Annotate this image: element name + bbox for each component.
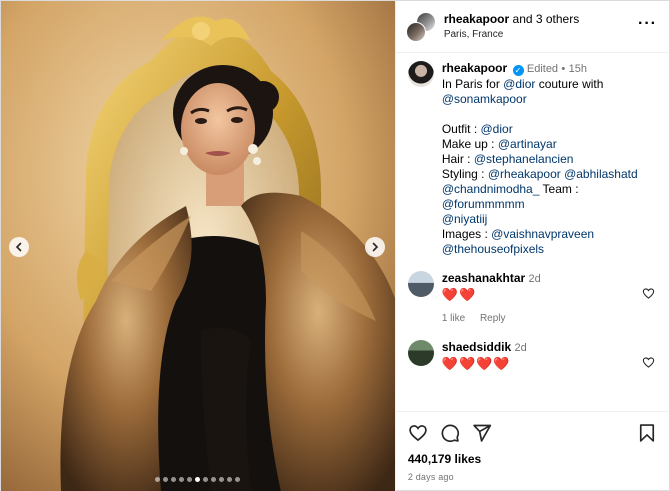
comment-text: ❤️❤️❤️❤️ [441, 356, 511, 371]
caption-line: Outfit : @dior [442, 122, 657, 137]
carousel-dot [179, 477, 185, 482]
caption-label: Team : [539, 182, 579, 196]
comment-time: 2d [514, 342, 527, 354]
post-actions: 440,179 likes 2 days ago [395, 411, 669, 491]
caption-label: Styling : [441, 167, 488, 181]
header-username[interactable]: rheakapoor [444, 12, 509, 26]
mention-link[interactable]: @rheakapoor @abhilashatd [488, 167, 638, 181]
carousel-dot [171, 477, 177, 482]
mention-link[interactable]: @thehouseofpixels [442, 242, 544, 256]
caption-label: Outfit : [441, 122, 481, 136]
avatar [405, 21, 426, 42]
mention-link[interactable]: @forummmmm [442, 197, 525, 211]
comment-item: zeashanakhtar 2d ❤️❤️ 1 like Reply [407, 271, 657, 326]
header-text: rheakapoor and 3 others Paris, France [444, 11, 638, 43]
comment-icon[interactable] [440, 423, 460, 443]
caption-edited: Edited [526, 63, 559, 75]
caption-line: Images : @vaishnavpraveen [442, 227, 657, 242]
mention-link[interactable]: @dior [503, 77, 535, 91]
comment-body: shaedsiddik 2d ❤️❤️❤️❤️ [442, 340, 657, 372]
caption-separator: • [561, 63, 566, 75]
caption-label: Hair : [441, 152, 474, 166]
carousel-dot [235, 477, 241, 482]
collab-avatars[interactable] [405, 11, 436, 42]
carousel-dot [227, 477, 233, 482]
carousel-dot [203, 477, 209, 482]
comments-section: rheakapoor ✓ Edited • 15h In Paris for @… [396, 53, 669, 411]
verified-badge-icon: ✓ [512, 65, 524, 76]
post-date[interactable]: 2 days ago [408, 472, 657, 482]
carousel-prev-button[interactable] [9, 237, 29, 257]
comment-username[interactable]: shaedsiddik [442, 340, 511, 354]
caption-label: Make up : [441, 137, 498, 151]
header-location[interactable]: Paris, France [444, 27, 638, 43]
heart-icon[interactable] [642, 356, 655, 369]
caption-line: Styling : @rheakapoor @abhilashatd [442, 167, 657, 182]
caption-line: Make up : @artinayar [442, 137, 657, 152]
caption: rheakapoor ✓ Edited • 15h In Paris for @… [407, 61, 657, 257]
comment-text: ❤️❤️ [441, 287, 477, 302]
avatar[interactable] [407, 271, 434, 297]
carousel-dot [219, 477, 225, 482]
comment-item: shaedsiddik 2d ❤️❤️❤️❤️ [407, 340, 657, 372]
post-side-panel: rheakapoor and 3 others Paris, France ··… [394, 1, 669, 491]
carousel-dot [211, 477, 217, 482]
carousel-dot [155, 477, 161, 482]
bookmark-icon[interactable] [637, 423, 657, 443]
caption-line: Hair : @stephanelancien [442, 152, 657, 167]
reply-button[interactable]: Reply [480, 313, 506, 324]
avatar[interactable] [407, 61, 434, 87]
caption-line: @chandnimodha_ Team : @forummmmm [442, 182, 657, 212]
chevron-left-icon [15, 242, 22, 252]
caption-time[interactable]: 15h [569, 63, 587, 75]
post-photo [1, 1, 395, 491]
mention-link[interactable]: @chandnimodha_ [442, 182, 540, 196]
mention-link[interactable]: @artinayar [498, 137, 557, 151]
comment-meta: 1 like Reply [442, 311, 657, 326]
comment-likes[interactable]: 1 like [442, 313, 465, 324]
caption-line [442, 107, 657, 122]
comment-username[interactable]: zeashanakhtar [442, 271, 525, 285]
post-header: rheakapoor and 3 others Paris, France ··… [395, 1, 669, 53]
instagram-post: rheakapoor and 3 others Paris, France ··… [0, 0, 670, 491]
mention-link[interactable]: @stephanelancien [474, 152, 574, 166]
header-title: rheakapoor and 3 others [444, 11, 638, 27]
carousel-dot [195, 477, 201, 482]
carousel-indicator [1, 477, 395, 482]
header-others[interactable]: and 3 others [513, 12, 580, 26]
heart-icon[interactable] [642, 287, 655, 300]
mention-link[interactable]: @vaishnavpraveen [491, 227, 594, 241]
caption-label: Images : [441, 227, 492, 241]
caption-line: @sonamkapoor [442, 92, 657, 107]
carousel-next-button[interactable] [364, 237, 385, 257]
mention-link[interactable]: @dior [481, 122, 513, 136]
comment-time: 2d [528, 273, 541, 285]
more-horizontal-icon: ··· [638, 14, 657, 32]
carousel-dot [187, 477, 193, 482]
caption-line: @thehouseofpixels [442, 242, 657, 257]
comment-body: zeashanakhtar 2d ❤️❤️ 1 like Reply [442, 271, 657, 326]
caption-line: In Paris for @dior couture with [442, 77, 657, 92]
caption-body: rheakapoor ✓ Edited • 15h In Paris for @… [442, 61, 657, 257]
heart-icon[interactable] [408, 423, 428, 443]
send-icon[interactable] [472, 423, 492, 443]
caption-username[interactable]: rheakapoor [442, 61, 507, 75]
carousel-dot [163, 477, 169, 482]
mention-link[interactable]: @niyatiij [442, 212, 488, 226]
caption-label: couture with [535, 77, 604, 91]
caption-label: In Paris for [441, 77, 504, 91]
caption-text: In Paris for @dior couture with @sonamkap… [442, 77, 657, 257]
more-options-button[interactable]: ··· [638, 15, 657, 35]
avatar[interactable] [407, 340, 434, 366]
likes-count[interactable]: 440,179 likes [408, 452, 657, 466]
chevron-right-icon [372, 242, 378, 252]
mention-link[interactable]: @sonamkapoor [442, 92, 527, 106]
caption-line: @niyatiij [442, 212, 657, 227]
action-icons [408, 422, 657, 444]
post-media[interactable] [1, 1, 395, 491]
